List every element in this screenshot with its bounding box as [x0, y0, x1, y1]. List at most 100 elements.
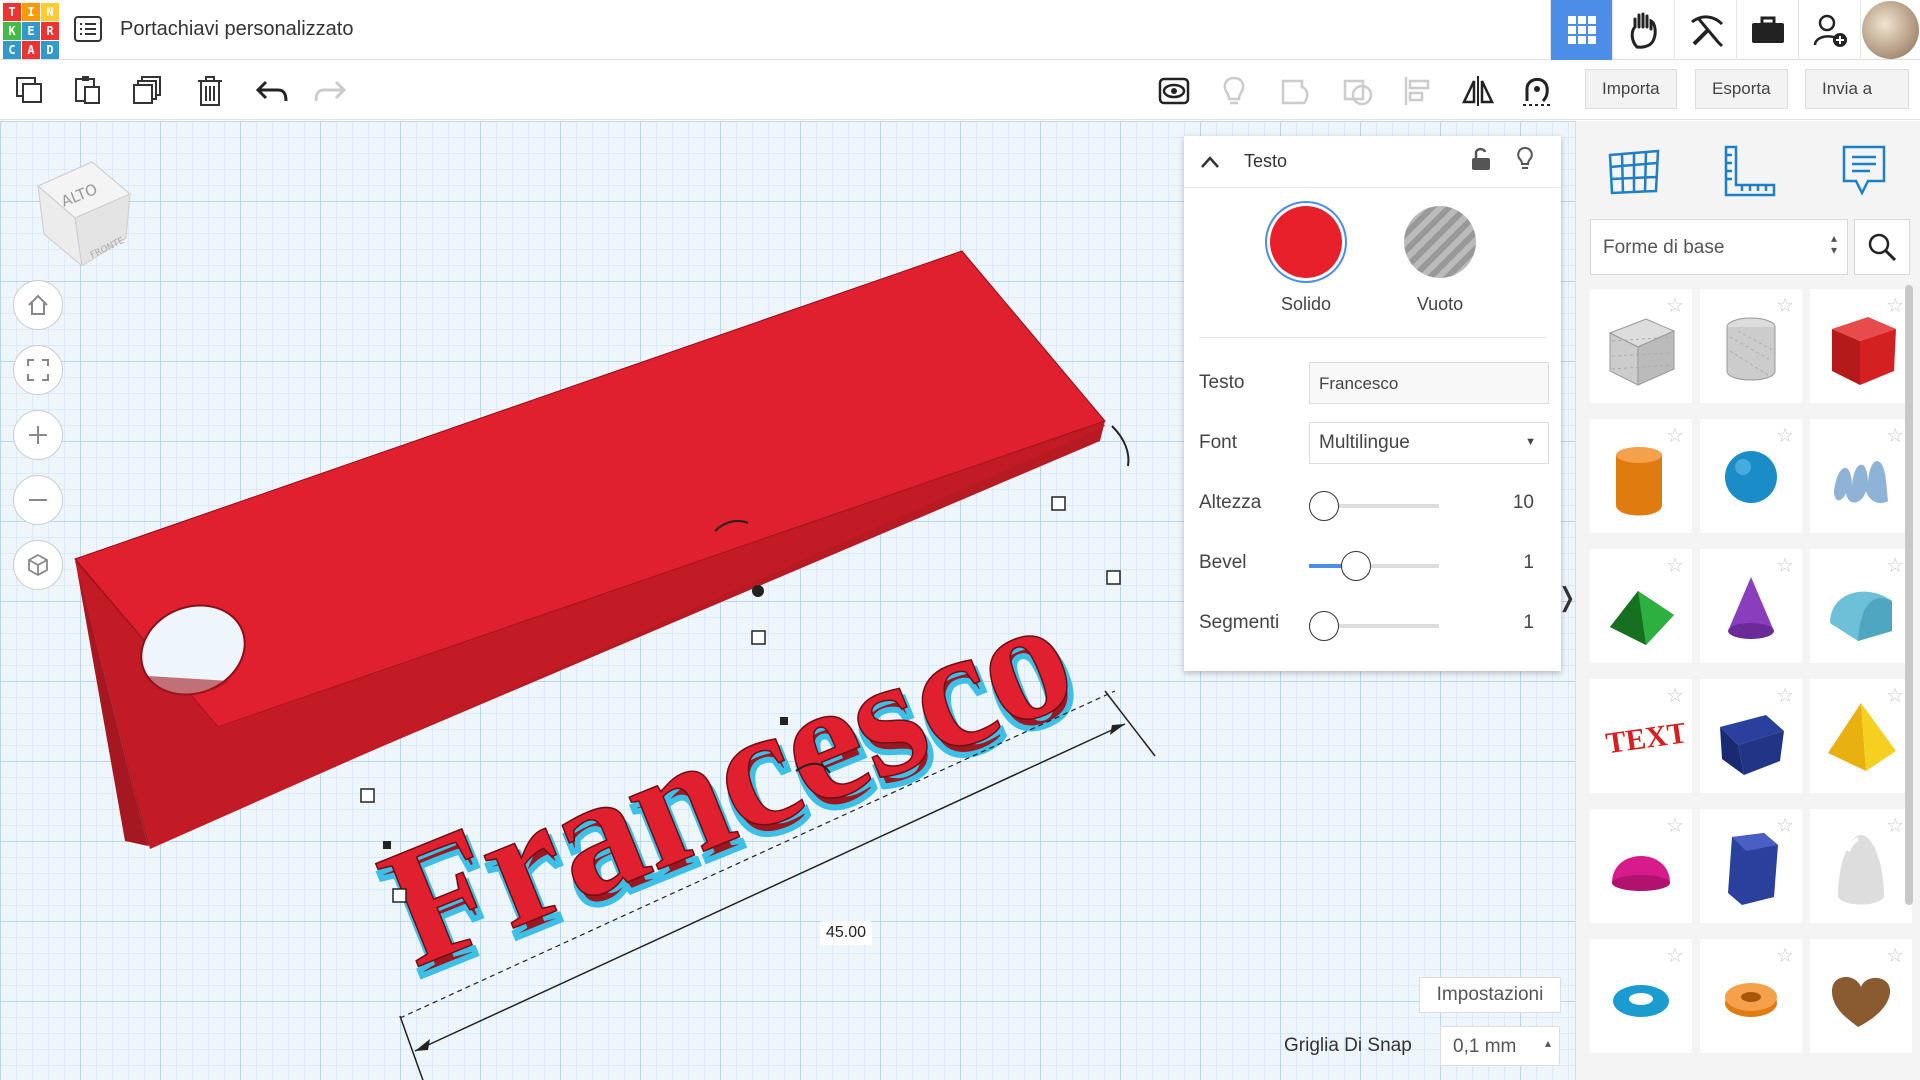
- shape-box[interactable]: ☆: [1810, 289, 1912, 403]
- box-hole-icon: [1608, 318, 1676, 386]
- zoom-out-button[interactable]: [13, 475, 63, 525]
- design-title[interactable]: Portachiavi personalizzato: [120, 18, 353, 41]
- search-button[interactable]: [1854, 219, 1910, 275]
- bevel-slider-knob[interactable]: [1341, 551, 1371, 581]
- cylinder-icon: [1616, 447, 1662, 516]
- shapes-panel: Forme di base ▴ ▾ ☆ ☆ ☆ ☆ ☆ ☆ ☆ ☆ ☆ ☆ TEXT ☆ ☆ ☆ ☆ ☆ ☆ ☆ ☆: [1575, 121, 1920, 1080]
- user-menu[interactable]: [1860, 0, 1920, 60]
- ruler-icon[interactable]: [1720, 141, 1780, 201]
- shape-roof[interactable]: ☆: [1590, 549, 1692, 663]
- hole-swatch[interactable]: [1404, 206, 1476, 278]
- shape-box-hole[interactable]: ☆: [1590, 289, 1692, 403]
- segments-slider-knob[interactable]: [1309, 611, 1339, 641]
- mirror-button[interactable]: [1458, 71, 1498, 111]
- shape-cone[interactable]: ☆: [1700, 549, 1802, 663]
- prop-label-bevel: Bevel: [1199, 552, 1247, 573]
- shape-polygon[interactable]: ☆: [1700, 809, 1802, 923]
- view-cube[interactable]: ALTO FRONTE: [30, 156, 140, 271]
- dimension-value[interactable]: 45.00: [820, 921, 873, 945]
- projection-button[interactable]: [13, 540, 63, 590]
- home-view-button[interactable]: [13, 280, 63, 330]
- cruise-button[interactable]: [1518, 71, 1558, 111]
- duplicate-button[interactable]: [128, 71, 168, 111]
- tinkercad-logo[interactable]: TIN KER CAD: [3, 3, 59, 59]
- shape-category-select[interactable]: Forme di base ▴ ▾: [1590, 219, 1848, 275]
- updown-arrows-icon: ▴ ▾: [1830, 231, 1837, 257]
- shape-half-sphere[interactable]: ☆: [1590, 809, 1692, 923]
- prop-label-text: Testo: [1199, 372, 1245, 393]
- shape-pyramid[interactable]: ☆: [1810, 679, 1912, 793]
- shape-heart[interactable]: ☆: [1810, 939, 1912, 1053]
- shape-cylinder[interactable]: ☆: [1590, 419, 1692, 533]
- logo-letter: A: [22, 41, 40, 59]
- shapes-scrollbar[interactable]: [1905, 285, 1913, 905]
- height-value[interactable]: 10: [1484, 492, 1534, 514]
- send-to-button[interactable]: Invia a: [1805, 69, 1909, 109]
- fit-view-button[interactable]: [13, 345, 63, 395]
- edit-toolbar: Importa Esporta Invia a: [0, 61, 1920, 120]
- lightbulb-icon[interactable]: [1515, 146, 1535, 172]
- bevel-value[interactable]: 1: [1484, 552, 1534, 574]
- grid-icon: [1567, 16, 1596, 44]
- zoom-in-button[interactable]: [13, 410, 63, 460]
- blocks-button[interactable]: [1612, 0, 1674, 60]
- torus-icon: [1613, 985, 1669, 1017]
- undo-button[interactable]: [252, 71, 292, 111]
- segments-value[interactable]: 1: [1484, 612, 1534, 634]
- shape-round-roof[interactable]: ☆: [1810, 549, 1912, 663]
- logo-letter: C: [3, 41, 21, 59]
- undo-icon: [256, 80, 288, 102]
- height-slider[interactable]: [1309, 491, 1439, 521]
- hole-label: Vuoto: [1416, 294, 1464, 314]
- copy-button[interactable]: [10, 71, 50, 111]
- panel-collapse-toggle[interactable]: ❭: [1556, 567, 1578, 627]
- shape-tube[interactable]: ☆: [1700, 939, 1802, 1053]
- paste-button[interactable]: [68, 71, 108, 111]
- group-button[interactable]: [1276, 71, 1316, 111]
- notes-button[interactable]: [1214, 71, 1254, 111]
- snap-grid-select[interactable]: 0,1 mm ▴: [1440, 1026, 1560, 1066]
- prop-label-height: Altezza: [1199, 492, 1262, 513]
- notes-icon[interactable]: [1834, 141, 1894, 201]
- shape-sphere[interactable]: ☆: [1700, 419, 1802, 533]
- workplane-icon[interactable]: [1604, 141, 1664, 201]
- delete-button[interactable]: [190, 71, 230, 111]
- ungroup-button[interactable]: [1338, 71, 1378, 111]
- pickaxe-icon: [1690, 15, 1723, 48]
- add-user-icon: [1813, 14, 1847, 47]
- shape-text[interactable]: ☆ TEXT: [1590, 679, 1692, 793]
- align-button[interactable]: [1398, 71, 1438, 111]
- shape-wedge[interactable]: ☆: [1700, 679, 1802, 793]
- cylinder-hole-icon: [1726, 317, 1776, 381]
- view-3d-grid-button[interactable]: [1550, 0, 1612, 60]
- add-user-button[interactable]: [1798, 0, 1860, 60]
- cone-icon: [1728, 577, 1774, 639]
- inspector-header[interactable]: Testo: [1184, 136, 1561, 188]
- shape-cylinder-hole[interactable]: ☆: [1700, 289, 1802, 403]
- solid-color-swatch[interactable]: [1270, 206, 1342, 278]
- import-button[interactable]: Importa: [1585, 69, 1677, 109]
- align-icon: [1404, 77, 1430, 105]
- shape-scribble[interactable]: ☆: [1810, 419, 1912, 533]
- redo-button[interactable]: [310, 71, 350, 111]
- bevel-slider[interactable]: [1309, 551, 1439, 581]
- shape-paraboloid[interactable]: ☆: [1810, 809, 1912, 923]
- segments-slider[interactable]: [1309, 611, 1439, 641]
- shape-torus[interactable]: ☆: [1590, 939, 1692, 1053]
- settings-button[interactable]: Impostazioni: [1419, 977, 1561, 1013]
- ungroup-icon: [1343, 79, 1373, 106]
- export-button[interactable]: Esporta: [1695, 69, 1788, 109]
- chevron-up-icon[interactable]: [1200, 155, 1220, 169]
- logo-letter: I: [22, 3, 40, 21]
- unlock-icon[interactable]: [1470, 146, 1492, 172]
- show-all-button[interactable]: [1154, 71, 1194, 111]
- height-slider-knob[interactable]: [1309, 491, 1339, 521]
- text-input[interactable]: Francesco: [1309, 362, 1549, 404]
- bricks-button[interactable]: [1674, 0, 1736, 60]
- shape-inspector: Testo Solido Vuoto Testo Francesco Font …: [1184, 136, 1561, 671]
- font-select[interactable]: Multilingue ▼: [1309, 422, 1549, 464]
- half-sphere-icon: [1612, 856, 1670, 891]
- design-list-icon[interactable]: [74, 16, 102, 42]
- sim-lab-button[interactable]: [1736, 0, 1798, 60]
- box-icon: [1832, 317, 1896, 385]
